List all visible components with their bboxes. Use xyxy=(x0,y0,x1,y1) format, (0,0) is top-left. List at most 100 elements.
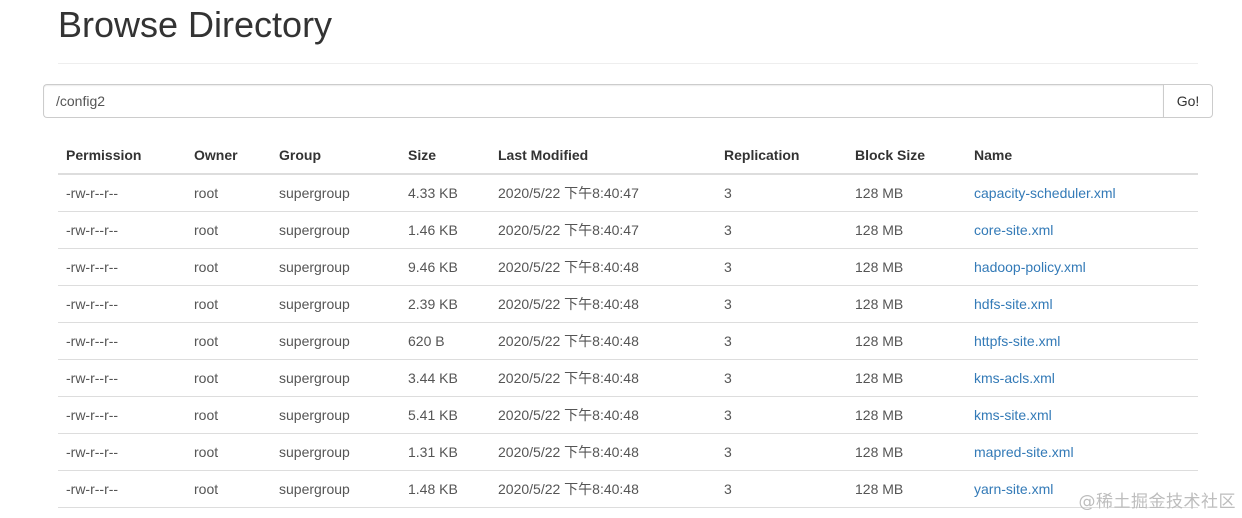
header-block-size[interactable]: Block Size xyxy=(847,137,966,175)
cell-replication: 3 xyxy=(716,174,847,212)
cell-block-size: 128 MB xyxy=(847,396,966,434)
cell-size: 9.46 KB xyxy=(400,248,490,286)
cell-permission: -rw-r--r-- xyxy=(58,359,186,397)
cell-owner: root xyxy=(186,285,271,323)
cell-replication: 3 xyxy=(716,322,847,360)
cell-last-modified: 2020/5/22 下午8:40:48 xyxy=(490,248,716,286)
header-name[interactable]: Name xyxy=(966,137,1198,175)
cell-last-modified: 2020/5/22 下午8:40:48 xyxy=(490,470,716,508)
header-last-modified[interactable]: Last Modified xyxy=(490,137,716,175)
cell-block-size: 128 MB xyxy=(847,211,966,249)
header-group[interactable]: Group xyxy=(271,137,400,175)
cell-group: supergroup xyxy=(271,211,400,249)
cell-owner: root xyxy=(186,433,271,471)
header-size[interactable]: Size xyxy=(400,137,490,175)
cell-permission: -rw-r--r-- xyxy=(58,211,186,249)
cell-group: supergroup xyxy=(271,248,400,286)
cell-replication: 3 xyxy=(716,248,847,286)
cell-last-modified: 2020/5/22 下午8:40:47 xyxy=(490,174,716,212)
table-row: -rw-r--r-- root supergroup 9.46 KB 2020/… xyxy=(58,248,1198,286)
cell-replication: 3 xyxy=(716,285,847,323)
table-row: -rw-r--r-- root supergroup 1.31 KB 2020/… xyxy=(58,433,1198,471)
path-bar: Go! xyxy=(43,84,1213,118)
cell-size: 2.39 KB xyxy=(400,285,490,323)
cell-permission: -rw-r--r-- xyxy=(58,470,186,508)
cell-size: 4.33 KB xyxy=(400,174,490,212)
cell-name: hadoop-policy.xml xyxy=(966,248,1198,286)
cell-last-modified: 2020/5/22 下午8:40:48 xyxy=(490,396,716,434)
cell-last-modified: 2020/5/22 下午8:40:48 xyxy=(490,433,716,471)
go-button[interactable]: Go! xyxy=(1163,84,1213,118)
cell-group: supergroup xyxy=(271,285,400,323)
cell-permission: -rw-r--r-- xyxy=(58,433,186,471)
cell-replication: 3 xyxy=(716,470,847,508)
file-link[interactable]: kms-acls.xml xyxy=(974,370,1055,386)
cell-name: capacity-scheduler.xml xyxy=(966,174,1198,212)
cell-owner: root xyxy=(186,396,271,434)
cell-block-size: 128 MB xyxy=(847,174,966,212)
file-link[interactable]: httpfs-site.xml xyxy=(974,333,1060,349)
cell-replication: 3 xyxy=(716,433,847,471)
file-link[interactable]: hadoop-policy.xml xyxy=(974,259,1086,275)
cell-group: supergroup xyxy=(271,396,400,434)
directory-path-input[interactable] xyxy=(43,84,1163,118)
table-row: -rw-r--r-- root supergroup 4.33 KB 2020/… xyxy=(58,174,1198,212)
table-row: -rw-r--r-- root supergroup 620 B 2020/5/… xyxy=(58,322,1198,360)
cell-last-modified: 2020/5/22 下午8:40:47 xyxy=(490,211,716,249)
page-title: Browse Directory xyxy=(58,4,333,45)
table-row: -rw-r--r-- root supergroup 3.44 KB 2020/… xyxy=(58,359,1198,397)
header-replication[interactable]: Replication xyxy=(716,137,847,175)
table-row: -rw-r--r-- root supergroup 2.39 KB 2020/… xyxy=(58,285,1198,323)
cell-size: 5.41 KB xyxy=(400,396,490,434)
file-link[interactable]: yarn-site.xml xyxy=(974,481,1053,497)
browse-directory-page: Browse Directory Go! Permission Owner Gr… xyxy=(0,0,1242,518)
cell-group: supergroup xyxy=(271,359,400,397)
table-row: -rw-r--r-- root supergroup 1.46 KB 2020/… xyxy=(58,211,1198,249)
cell-replication: 3 xyxy=(716,211,847,249)
table-header-row: Permission Owner Group Size Last Modifie… xyxy=(58,137,1198,175)
cell-permission: -rw-r--r-- xyxy=(58,285,186,323)
cell-block-size: 128 MB xyxy=(847,470,966,508)
header-owner[interactable]: Owner xyxy=(186,137,271,175)
cell-group: supergroup xyxy=(271,174,400,212)
file-link[interactable]: capacity-scheduler.xml xyxy=(974,185,1116,201)
file-listing-table: Permission Owner Group Size Last Modifie… xyxy=(58,137,1198,508)
title-divider xyxy=(58,63,1198,64)
file-link[interactable]: mapred-site.xml xyxy=(974,444,1074,460)
cell-name: kms-acls.xml xyxy=(966,359,1198,397)
cell-group: supergroup xyxy=(271,322,400,360)
file-link[interactable]: hdfs-site.xml xyxy=(974,296,1053,312)
file-link[interactable]: core-site.xml xyxy=(974,222,1053,238)
cell-owner: root xyxy=(186,322,271,360)
cell-name: hdfs-site.xml xyxy=(966,285,1198,323)
cell-owner: root xyxy=(186,174,271,212)
cell-permission: -rw-r--r-- xyxy=(58,396,186,434)
cell-block-size: 128 MB xyxy=(847,248,966,286)
cell-owner: root xyxy=(186,211,271,249)
cell-size: 620 B xyxy=(400,322,490,360)
cell-name: mapred-site.xml xyxy=(966,433,1198,471)
cell-last-modified: 2020/5/22 下午8:40:48 xyxy=(490,322,716,360)
watermark: @稀土掘金技术社区 xyxy=(1078,492,1236,512)
cell-group: supergroup xyxy=(271,433,400,471)
cell-last-modified: 2020/5/22 下午8:40:48 xyxy=(490,285,716,323)
cell-replication: 3 xyxy=(716,359,847,397)
header-permission[interactable]: Permission xyxy=(58,137,186,175)
cell-name: kms-site.xml xyxy=(966,396,1198,434)
cell-size: 3.44 KB xyxy=(400,359,490,397)
cell-block-size: 128 MB xyxy=(847,322,966,360)
cell-last-modified: 2020/5/22 下午8:40:48 xyxy=(490,359,716,397)
cell-owner: root xyxy=(186,248,271,286)
cell-block-size: 128 MB xyxy=(847,285,966,323)
cell-block-size: 128 MB xyxy=(847,433,966,471)
cell-name: httpfs-site.xml xyxy=(966,322,1198,360)
cell-size: 1.48 KB xyxy=(400,470,490,508)
cell-size: 1.46 KB xyxy=(400,211,490,249)
cell-permission: -rw-r--r-- xyxy=(58,174,186,212)
cell-name: core-site.xml xyxy=(966,211,1198,249)
file-listing-body: -rw-r--r-- root supergroup 4.33 KB 2020/… xyxy=(58,174,1198,508)
table-row: -rw-r--r-- root supergroup 5.41 KB 2020/… xyxy=(58,396,1198,434)
cell-block-size: 128 MB xyxy=(847,359,966,397)
file-link[interactable]: kms-site.xml xyxy=(974,407,1052,423)
cell-owner: root xyxy=(186,359,271,397)
